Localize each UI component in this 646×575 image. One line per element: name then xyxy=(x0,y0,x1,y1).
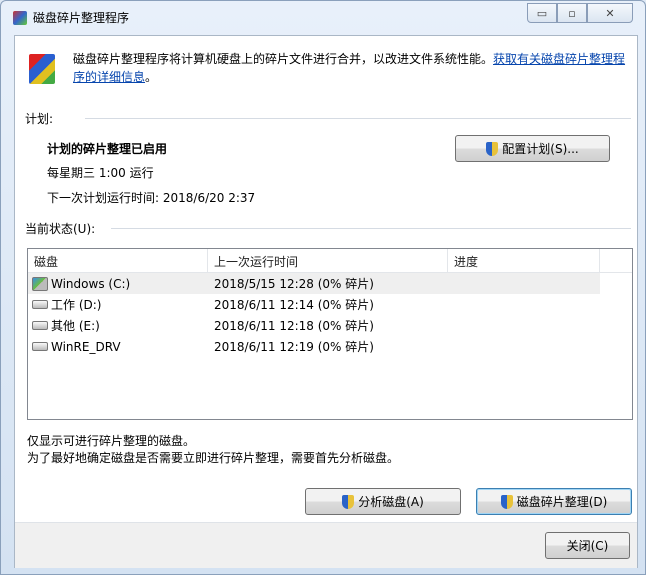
button-label: 配置计划(S)... xyxy=(502,142,579,156)
next-run-time: 下一次计划运行时间: 2018/6/20 2:37 xyxy=(47,191,256,205)
button-label: 磁盘碎片整理(D) xyxy=(516,495,608,509)
schedule-heading: 计划: xyxy=(25,112,54,126)
column-header-last-run[interactable]: 上一次运行时间 xyxy=(208,249,448,272)
disk-row[interactable]: Windows (C:) 2018/5/15 12:28 (0% 碎片) xyxy=(28,273,600,294)
disk-name: WinRE_DRV xyxy=(51,339,121,354)
divider xyxy=(85,118,631,119)
disk-name: Windows (C:) xyxy=(51,276,131,291)
intro-description: 磁盘碎片整理程序将计算机硬盘上的碎片文件进行合并，以改进文件系统性能。 xyxy=(73,52,494,66)
drive-icon xyxy=(32,321,48,330)
defragment-disk-button[interactable]: 磁盘碎片整理(D) xyxy=(476,488,632,515)
note-analyze: 为了最好地确定磁盘是否需要立即进行碎片整理，需要首先分析磁盘。 xyxy=(27,451,400,465)
column-header-progress[interactable]: 进度 xyxy=(448,249,600,272)
last-run: 2018/6/11 12:18 (0% 碎片) xyxy=(214,319,374,333)
minimize-button[interactable]: ▭ xyxy=(527,3,557,23)
intro-text: 磁盘碎片整理程序将计算机硬盘上的碎片文件进行合并，以改进文件系统性能。获取有关磁… xyxy=(73,50,629,86)
button-label: 分析磁盘(A) xyxy=(358,495,424,509)
title-bar: 磁盘碎片整理程序 xyxy=(13,9,129,26)
disk-row[interactable]: 其他 (E:) 2018/6/11 12:18 (0% 碎片) xyxy=(28,315,632,336)
last-run: 2018/6/11 12:14 (0% 碎片) xyxy=(214,298,374,312)
drive-icon xyxy=(32,342,48,351)
current-status-heading: 当前状态(U): xyxy=(25,222,96,236)
uac-shield-icon xyxy=(486,141,499,156)
footer xyxy=(15,523,637,568)
defrag-icon xyxy=(29,54,55,84)
disk-row[interactable]: WinRE_DRV 2018/6/11 12:19 (0% 碎片) xyxy=(28,336,632,357)
maximize-button[interactable]: ▫ xyxy=(557,3,587,23)
window-title: 磁盘碎片整理程序 xyxy=(33,11,130,25)
disk-row[interactable]: 工作 (D:) 2018/6/11 12:14 (0% 碎片) xyxy=(28,294,632,315)
uac-shield-icon xyxy=(342,494,355,509)
window-frame: 磁盘碎片整理程序 ▭ ▫ ✕ 磁盘碎片整理程序将计算机硬盘上的碎片文件进行合并，… xyxy=(0,0,646,575)
dialog-content: 磁盘碎片整理程序将计算机硬盘上的碎片文件进行合并，以改进文件系统性能。获取有关磁… xyxy=(14,35,638,568)
close-button[interactable]: 关闭(C) xyxy=(545,532,630,559)
list-header: 磁盘 上一次运行时间 进度 xyxy=(28,249,632,273)
close-window-button[interactable]: ✕ xyxy=(587,3,633,23)
defrag-app-icon xyxy=(13,10,27,25)
column-header-disk[interactable]: 磁盘 xyxy=(28,249,208,272)
intro-suffix: 。 xyxy=(145,70,158,84)
disk-list[interactable]: 磁盘 上一次运行时间 进度 Windows (C:) 2018/5/15 12:… xyxy=(27,248,633,420)
schedule-frequency: 每星期三 1:00 运行 xyxy=(47,166,154,180)
divider xyxy=(111,228,631,229)
analyze-disk-button[interactable]: 分析磁盘(A) xyxy=(305,488,461,515)
configure-schedule-button[interactable]: 配置计划(S)... xyxy=(455,135,610,162)
last-run: 2018/6/11 12:19 (0% 碎片) xyxy=(214,340,374,354)
note-defraggable: 仅显示可进行碎片整理的磁盘。 xyxy=(27,434,196,448)
windows-drive-icon xyxy=(32,276,48,291)
disk-name: 其他 (E:) xyxy=(51,319,100,333)
disk-name: 工作 (D:) xyxy=(51,298,102,312)
last-run: 2018/5/15 12:28 (0% 碎片) xyxy=(214,277,374,291)
drive-icon xyxy=(32,300,48,309)
schedule-status: 计划的碎片整理已启用 xyxy=(47,142,168,156)
uac-shield-icon xyxy=(500,494,513,509)
